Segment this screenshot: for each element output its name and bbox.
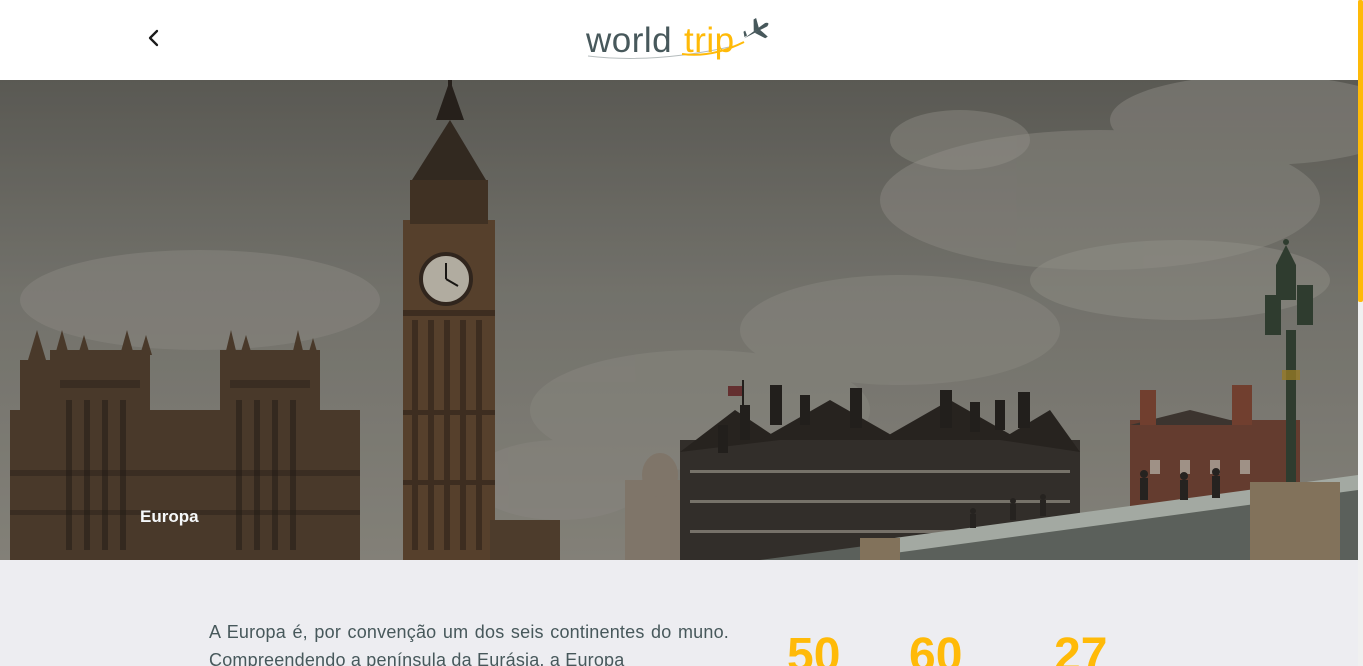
continent-title: Europa: [140, 507, 199, 527]
continent-description: A Europa é, por convenção um dos seis co…: [209, 622, 729, 666]
back-button[interactable]: [140, 24, 168, 52]
logo-word-world: world: [586, 21, 673, 60]
continent-banner: Europa: [0, 80, 1358, 560]
stat-cities-value: 27: [1054, 629, 1108, 666]
chevron-left-icon: [148, 29, 159, 47]
worldtrip-logo[interactable]: world trip: [584, 12, 779, 68]
continent-info: A Europa é, por convenção um dos seis co…: [0, 560, 1358, 666]
logo-word-trip: trip: [684, 21, 735, 60]
scrollbar-thumb[interactable]: [1358, 0, 1363, 302]
banner-image: [0, 80, 1358, 560]
stat-languages-value: 60: [909, 629, 963, 666]
stat-countries-value: 50: [787, 629, 841, 666]
site-header: world trip: [0, 0, 1363, 80]
